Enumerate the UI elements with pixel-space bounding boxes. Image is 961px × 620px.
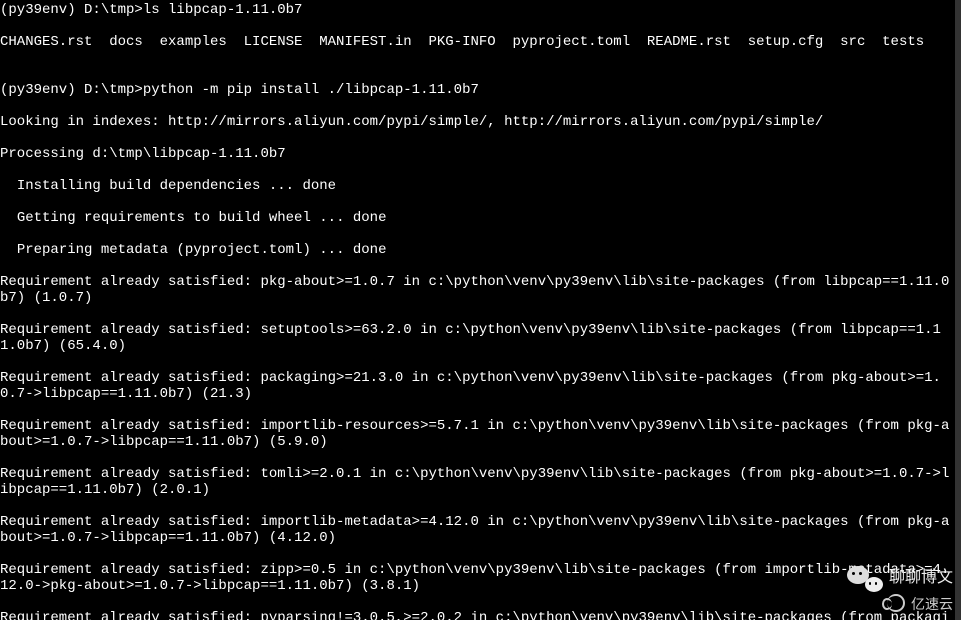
terminal-line: CHANGES.rst docs examples LICENSE MANIFE…	[0, 34, 955, 50]
terminal-line: Processing d:\tmp\libpcap-1.11.0b7	[0, 146, 955, 162]
terminal-line: Requirement already satisfied: pkg-about…	[0, 274, 955, 306]
terminal-line: Getting requirements to build wheel ... …	[0, 210, 955, 226]
terminal-line: Preparing metadata (pyproject.toml) ... …	[0, 242, 955, 258]
terminal-line: Requirement already satisfied: pyparsing…	[0, 610, 955, 620]
terminal-line: Requirement already satisfied: tomli>=2.…	[0, 466, 955, 498]
terminal-line: Requirement already satisfied: importlib…	[0, 418, 955, 450]
terminal-line: Requirement already satisfied: zipp>=0.5…	[0, 562, 955, 594]
terminal-line: (py39env) D:\tmp>ls libpcap-1.11.0b7	[0, 2, 955, 18]
terminal-line: Requirement already satisfied: importlib…	[0, 514, 955, 546]
terminal-line: Requirement already satisfied: packaging…	[0, 370, 955, 402]
terminal-line: (py39env) D:\tmp>python -m pip install .…	[0, 82, 955, 98]
terminal-line: Requirement already satisfied: setuptool…	[0, 322, 955, 354]
scrollbar[interactable]	[955, 0, 961, 620]
terminal-output[interactable]: (py39env) D:\tmp>ls libpcap-1.11.0b7 CHA…	[0, 0, 955, 620]
terminal-line: Installing build dependencies ... done	[0, 178, 955, 194]
terminal-line: Looking in indexes: http://mirrors.aliyu…	[0, 114, 955, 130]
